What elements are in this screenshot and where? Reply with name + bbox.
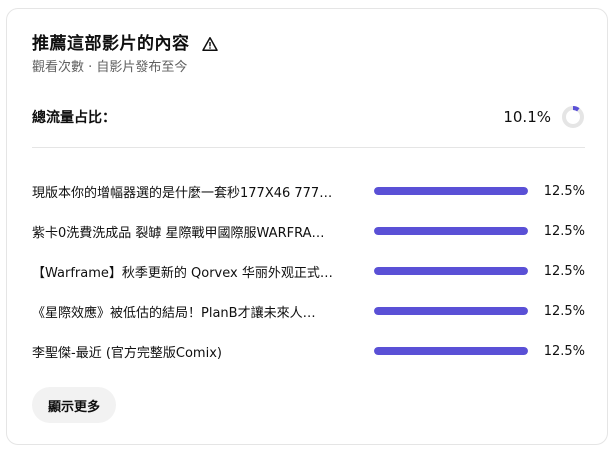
share-percent: 12.5%: [543, 343, 585, 359]
total-traffic-row: 總流量占比： 10.1%: [32, 105, 585, 129]
share-percent: 12.5%: [543, 223, 585, 239]
video-title-link[interactable]: 現版本你的增幅器選的是什麼一套秒177X46 777…: [32, 182, 350, 201]
share-percent: 12.5%: [543, 183, 585, 199]
video-list: 現版本你的增幅器選的是什麼一套秒177X46 777… 12.5% 紫卡0洗費洗…: [32, 171, 585, 371]
video-row: 《星際效應》被低估的結局！PlanB才讓未來人… 12.5%: [32, 291, 585, 331]
share-bar: [374, 347, 528, 355]
video-title-link[interactable]: 紫卡0洗費洗成品 裂罅 星際戰甲國際服WARFRA…: [32, 222, 350, 241]
video-row: 李聖傑-最近 (官方完整版Comix) 12.5%: [32, 331, 585, 371]
share-bar-fill: [374, 347, 528, 355]
share-bar-fill: [374, 227, 528, 235]
share-percent: 12.5%: [543, 303, 585, 319]
total-traffic-label: 總流量占比：: [32, 110, 116, 126]
share-bar-fill: [374, 187, 528, 195]
warning-triangle-icon[interactable]: [201, 36, 218, 52]
card-subtitle: 觀看次數 · 自影片發布至今: [32, 60, 188, 75]
video-title-link[interactable]: 《星際效應》被低估的結局！PlanB才讓未來人…: [32, 302, 350, 321]
traffic-donut-icon: [561, 105, 585, 129]
recommended-content-card: 推薦這部影片的內容 觀看次數 · 自影片發布至今 總流量占比： 10.1% 現版…: [6, 8, 608, 445]
card-title: 推薦這部影片的內容: [32, 34, 190, 54]
video-title-link[interactable]: 【Warframe】秋季更新的 Qorvex 华丽外观正式…: [32, 262, 350, 281]
share-bar: [374, 267, 528, 275]
share-bar: [374, 307, 528, 315]
video-title-link[interactable]: 李聖傑-最近 (官方完整版Comix): [32, 342, 350, 361]
total-traffic-value: 10.1%: [503, 108, 551, 126]
divider: [32, 147, 585, 148]
share-bar: [374, 187, 528, 195]
share-percent: 12.5%: [543, 263, 585, 279]
video-row: 【Warframe】秋季更新的 Qorvex 华丽外观正式… 12.5%: [32, 251, 585, 291]
share-bar-fill: [374, 307, 528, 315]
video-row: 紫卡0洗費洗成品 裂罅 星際戰甲國際服WARFRA… 12.5%: [32, 211, 585, 251]
show-more-button[interactable]: 顯示更多: [32, 387, 117, 423]
share-bar-fill: [374, 267, 528, 275]
card-header: 推薦這部影片的內容: [32, 33, 218, 55]
video-row: 現版本你的增幅器選的是什麼一套秒177X46 777… 12.5%: [32, 171, 585, 211]
share-bar: [374, 227, 528, 235]
